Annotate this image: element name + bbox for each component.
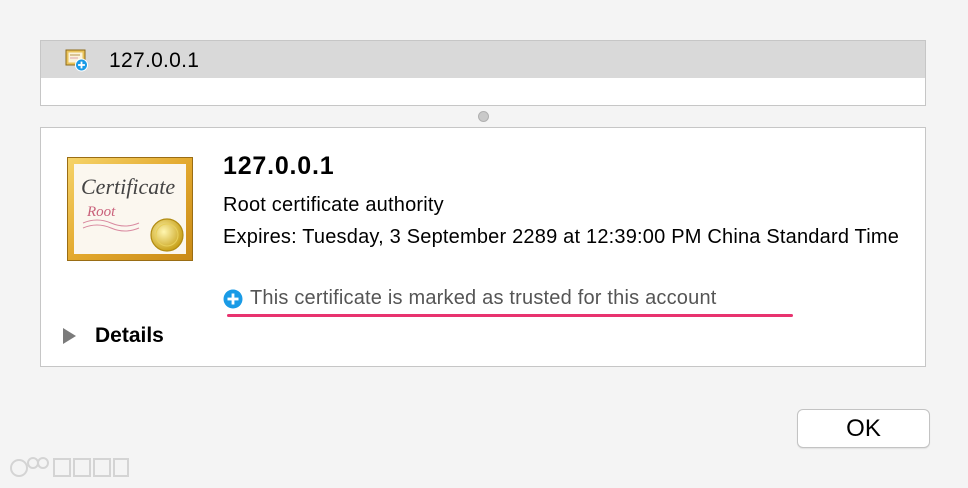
certificate-title: 127.0.0.1 bbox=[223, 152, 335, 180]
watermark-logo-icon bbox=[10, 457, 129, 477]
certificate-list-row[interactable]: 127.0.0.1 bbox=[41, 41, 925, 78]
certificate-plus-icon bbox=[65, 49, 88, 72]
certificate-thumbnail-icon: Certificate Root bbox=[67, 157, 193, 261]
details-disclosure[interactable]: Details bbox=[63, 324, 164, 348]
trust-status: This certificate is marked as trusted fo… bbox=[223, 287, 717, 310]
thumbnail-subtitle: Root bbox=[86, 204, 116, 220]
certificate-list-label: 127.0.0.1 bbox=[109, 49, 200, 72]
trust-status-text: This certificate is marked as trusted fo… bbox=[250, 287, 717, 309]
certificate-expiry: Expires: Tuesday, 3 September 2289 at 12… bbox=[223, 226, 900, 248]
certificate-list: 127.0.0.1 bbox=[40, 40, 926, 106]
highlight-underline bbox=[227, 314, 793, 317]
split-view-handle[interactable] bbox=[478, 111, 489, 122]
certificate-detail-panel: Certificate Root 127.0.0.1 Root certific… bbox=[40, 127, 926, 367]
ok-button[interactable]: OK bbox=[797, 409, 930, 448]
plus-circle-icon bbox=[223, 289, 243, 308]
details-label: Details bbox=[95, 324, 164, 347]
disclosure-triangle-icon[interactable] bbox=[63, 328, 76, 344]
certificate-type: Root certificate authority bbox=[223, 194, 444, 216]
thumbnail-title: Certificate bbox=[81, 174, 175, 199]
